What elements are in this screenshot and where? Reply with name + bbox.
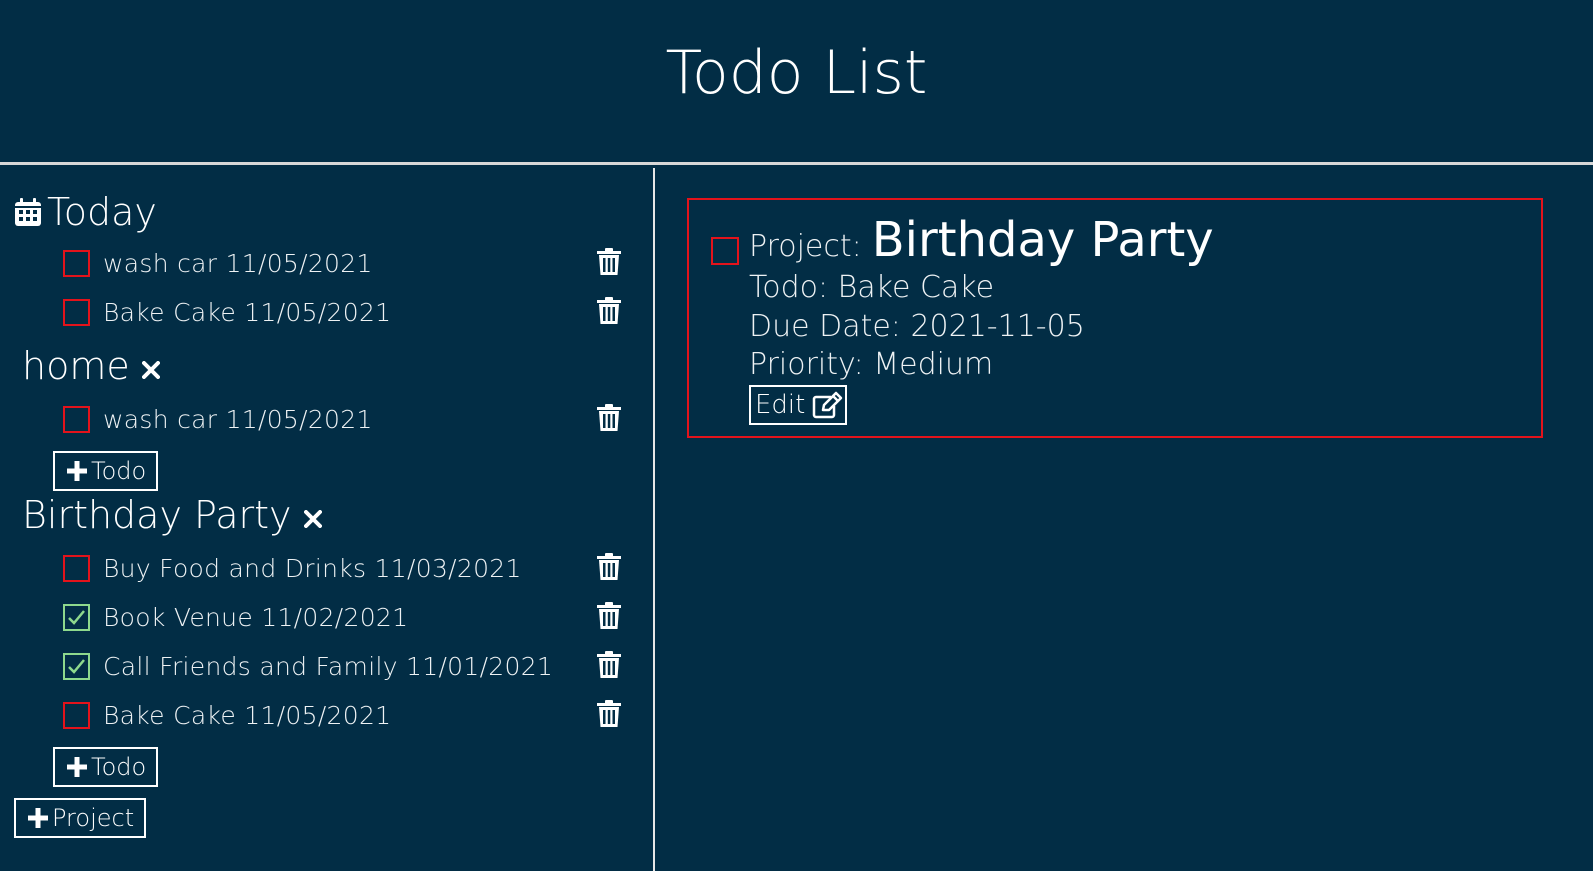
- calendar-icon: [15, 198, 41, 226]
- add-project-label: Project: [52, 804, 135, 832]
- todo-row: Buy Food and Drinks 11/03/2021: [63, 551, 633, 585]
- todo-detail-card: Project: Birthday Party Todo: Bake Cake …: [687, 198, 1543, 438]
- project-name: Birthday Party: [22, 493, 292, 537]
- todo-label[interactable]: Buy Food and Drinks 11/03/2021: [103, 554, 522, 583]
- close-icon[interactable]: [303, 510, 322, 528]
- todo-row: wash car 11/05/2021: [63, 246, 633, 280]
- edit-icon: [813, 391, 843, 419]
- trash-icon[interactable]: [597, 404, 621, 432]
- add-todo-label: Todo: [91, 457, 147, 485]
- plus-icon: [67, 757, 87, 777]
- detail-project-prefix: Project:: [749, 229, 862, 264]
- project-heading-birthday-party[interactable]: Birthday Party: [22, 493, 322, 537]
- edit-button[interactable]: Edit: [749, 385, 848, 425]
- detail-project-name: Birthday Party: [871, 212, 1214, 268]
- project-name: home: [22, 344, 130, 388]
- trash-icon[interactable]: [597, 651, 621, 679]
- todo-label[interactable]: Bake Cake 11/05/2021: [103, 298, 391, 327]
- plus-icon: [67, 461, 87, 481]
- todo-row: Bake Cake 11/05/2021: [63, 698, 633, 732]
- add-todo-label: Todo: [91, 753, 147, 781]
- main-panel: Project: Birthday Party Todo: Bake Cake …: [657, 168, 1593, 871]
- todo-checkbox[interactable]: [63, 298, 90, 326]
- todo-checkbox[interactable]: [63, 405, 90, 433]
- detail-checkbox[interactable]: [711, 237, 739, 265]
- sidebar: Today wash car 11/05/2021 Bake Cake 11/0…: [0, 168, 655, 871]
- todo-checkbox[interactable]: [63, 701, 90, 729]
- add-project-button[interactable]: Project: [14, 798, 147, 838]
- close-icon[interactable]: [141, 361, 160, 379]
- edit-label: Edit: [755, 390, 806, 420]
- todo-label[interactable]: wash car 11/05/2021: [103, 249, 373, 278]
- detail-priority: Priority: Medium: [749, 347, 994, 382]
- trash-icon[interactable]: [597, 700, 621, 728]
- detail-todo: Todo: Bake Cake: [749, 270, 995, 305]
- trash-icon[interactable]: [597, 602, 621, 630]
- checkmark-icon: [68, 658, 85, 674]
- todo-checkbox-checked[interactable]: [63, 603, 90, 631]
- today-label: Today: [47, 190, 157, 234]
- detail-project-line: Project: Birthday Party: [749, 212, 1214, 268]
- todo-row: Bake Cake 11/05/2021: [63, 295, 633, 329]
- plus-icon: [28, 808, 48, 828]
- todo-checkbox[interactable]: [63, 249, 90, 277]
- todo-label[interactable]: Call Friends and Family 11/01/2021: [103, 652, 553, 681]
- todo-label[interactable]: Book Venue 11/02/2021: [103, 603, 408, 632]
- today-heading[interactable]: Today: [14, 190, 157, 234]
- todo-row: Call Friends and Family 11/01/2021: [63, 649, 633, 683]
- add-todo-button[interactable]: Todo: [53, 451, 159, 491]
- trash-icon[interactable]: [597, 553, 621, 581]
- checkmark-icon: [68, 609, 85, 625]
- todo-label[interactable]: Bake Cake 11/05/2021: [103, 701, 391, 730]
- app-header: Todo List: [0, 0, 1593, 165]
- trash-icon[interactable]: [597, 297, 621, 325]
- todo-row: Book Venue 11/02/2021: [63, 600, 633, 634]
- add-todo-button[interactable]: Todo: [53, 747, 159, 787]
- todo-checkbox[interactable]: [63, 554, 90, 582]
- todo-row: wash car 11/05/2021: [63, 402, 633, 436]
- detail-due-date: Due Date: 2021-11-05: [749, 309, 1085, 344]
- todo-checkbox-checked[interactable]: [63, 652, 90, 680]
- project-heading-home[interactable]: home: [22, 344, 160, 388]
- app-title: Todo List: [665, 38, 928, 108]
- todo-label[interactable]: wash car 11/05/2021: [103, 405, 373, 434]
- trash-icon[interactable]: [597, 248, 621, 276]
